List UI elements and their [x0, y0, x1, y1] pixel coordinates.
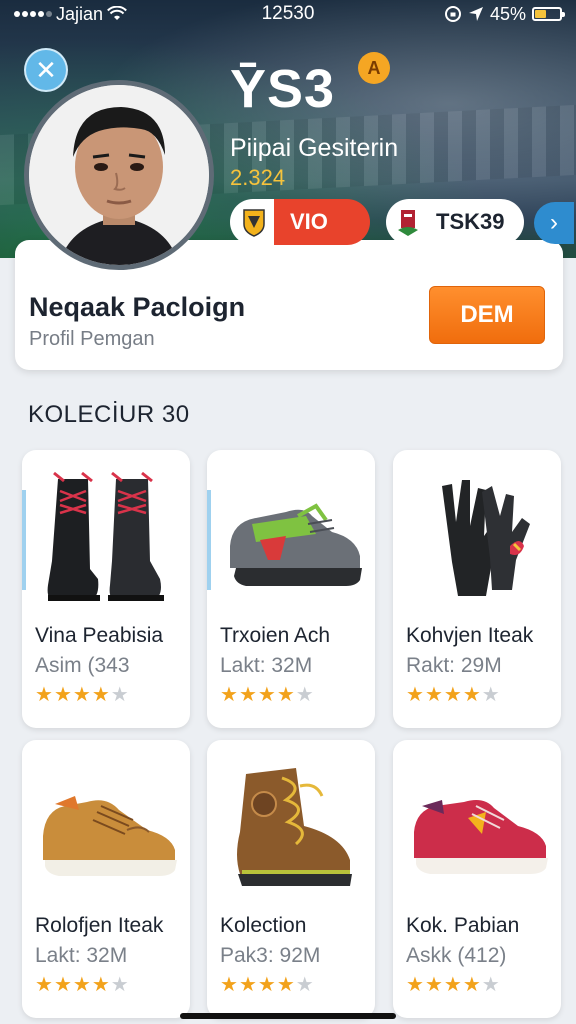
star-filled-icon: ★: [72, 974, 92, 996]
header-subtitle: Piipai Gesiterin: [230, 134, 399, 162]
card-accent: [22, 490, 26, 590]
team-crest-icon: [236, 204, 272, 240]
status-right: 45%: [382, 3, 565, 25]
star-empty-icon: ★: [110, 974, 130, 996]
status-time: 12530: [261, 3, 315, 24]
card-subtitle: Lakt: 32M: [35, 944, 128, 967]
card-name: Vina Peabisia: [35, 624, 164, 647]
star-filled-icon: ★: [35, 684, 54, 706]
chip-tsk39[interactable]: TSK39: [386, 199, 524, 245]
star-filled-icon: ★: [53, 974, 73, 996]
dem-button[interactable]: DEM: [429, 286, 545, 344]
card-name: Trxoien Ach: [220, 624, 331, 647]
star-filled-icon: ★: [443, 974, 463, 996]
star-filled-icon: ★: [238, 974, 258, 996]
chip-vio-label: VIO: [290, 209, 328, 234]
status-left: Jajian: [14, 4, 194, 25]
star-filled-icon: ★: [35, 974, 54, 996]
team-chips: VIO TSK39: [230, 199, 524, 245]
header-score: 2.324: [230, 165, 286, 190]
chip-vio[interactable]: VIO: [230, 199, 370, 245]
profile-subtitle: Profil Pemgan: [29, 328, 155, 350]
star-empty-icon: ★: [481, 684, 501, 706]
home-indicator[interactable]: [180, 1013, 396, 1019]
star-filled-icon: ★: [53, 684, 73, 706]
star-filled-icon: ★: [257, 684, 277, 706]
star-filled-icon: ★: [91, 974, 111, 996]
star-filled-icon: ★: [257, 974, 277, 996]
rating-stars: ★★★★★: [220, 682, 315, 707]
collection-card[interactable]: Rolofjen Iteak Lakt: 32M ★★★★★: [22, 740, 190, 1018]
header-title: ȲS3: [230, 59, 336, 119]
rank-badge: A: [358, 52, 390, 84]
collection-card[interactable]: Kolection Pak3: 92M ★★★★★: [207, 740, 375, 1018]
card-subtitle: Pak3: 92M: [220, 944, 321, 967]
card-name: Rolofjen Iteak: [35, 914, 164, 937]
star-filled-icon: ★: [443, 684, 463, 706]
star-empty-icon: ★: [110, 684, 130, 706]
star-filled-icon: ★: [406, 684, 425, 706]
team-logo-icon: [392, 204, 424, 240]
carrier-label: Jajian: [56, 3, 104, 24]
close-button[interactable]: ✕: [24, 48, 68, 92]
star-filled-icon: ★: [424, 684, 444, 706]
star-empty-icon: ★: [481, 974, 501, 996]
card-name: Kolection: [220, 914, 307, 937]
black-boots-image: [30, 456, 182, 616]
star-filled-icon: ★: [220, 974, 239, 996]
collection-card[interactable]: Kok. Pabian Askk (412) ★★★★★: [393, 740, 561, 1018]
brown-boot-image: [215, 746, 367, 906]
black-gloves-image: [401, 456, 553, 616]
battery-icon: [532, 7, 565, 21]
signal-icon: [14, 11, 52, 17]
star-filled-icon: ★: [276, 684, 296, 706]
avatar-photo: [29, 85, 209, 265]
collection-card[interactable]: Vina Peabisia Asim (343 ★★★★★: [22, 450, 190, 728]
close-icon: ✕: [35, 54, 57, 85]
location-icon: [468, 7, 483, 21]
wifi-icon: [107, 6, 127, 20]
card-subtitle: Askk (412): [406, 944, 507, 967]
tan-shoe-image: [30, 746, 182, 906]
avatar[interactable]: [24, 80, 214, 270]
battery-percent: 45%: [489, 3, 526, 24]
card-subtitle: Asim (343: [35, 654, 130, 677]
chevron-right-icon: ›: [550, 209, 558, 236]
collection-card[interactable]: Trxoien Ach Lakt: 32M ★★★★★: [207, 450, 375, 728]
card-name: Kohvjen Iteak: [406, 624, 534, 647]
star-filled-icon: ★: [91, 684, 111, 706]
star-filled-icon: ★: [72, 684, 92, 706]
chip-tsk39-label: TSK39: [436, 209, 505, 234]
star-filled-icon: ★: [238, 684, 258, 706]
lock-rotation-icon: [444, 6, 461, 22]
card-accent: [207, 490, 211, 590]
card-subtitle: Lakt: 32M: [220, 654, 313, 677]
star-filled-icon: ★: [276, 974, 296, 996]
card-subtitle: Rakt: 29M: [406, 654, 502, 677]
profile-name: Neqaak Pacloign: [29, 292, 246, 322]
rating-stars: ★★★★★: [35, 972, 130, 997]
star-empty-icon: ★: [295, 974, 315, 996]
rating-stars: ★★★★★: [220, 972, 315, 997]
star-empty-icon: ★: [295, 684, 315, 706]
star-filled-icon: ★: [462, 974, 482, 996]
battery-level-fill: [535, 10, 546, 18]
collection-card[interactable]: Kohvjen Iteak Rakt: 29M ★★★★★: [393, 450, 561, 728]
rating-stars: ★★★★★: [406, 972, 501, 997]
rating-stars: ★★★★★: [35, 682, 130, 707]
card-name: Kok. Pabian: [406, 914, 520, 937]
star-filled-icon: ★: [424, 974, 444, 996]
collection-title: KOLECİUR 30: [28, 401, 190, 428]
status-bar: Jajian 12530 45%: [0, 0, 576, 28]
star-filled-icon: ★: [406, 974, 425, 996]
star-filled-icon: ★: [462, 684, 482, 706]
red-sneaker-image: [401, 746, 553, 906]
green-sneaker-image: [215, 456, 367, 616]
star-filled-icon: ★: [220, 684, 239, 706]
rating-stars: ★★★★★: [406, 682, 501, 707]
chips-next-button[interactable]: ›: [534, 202, 574, 244]
